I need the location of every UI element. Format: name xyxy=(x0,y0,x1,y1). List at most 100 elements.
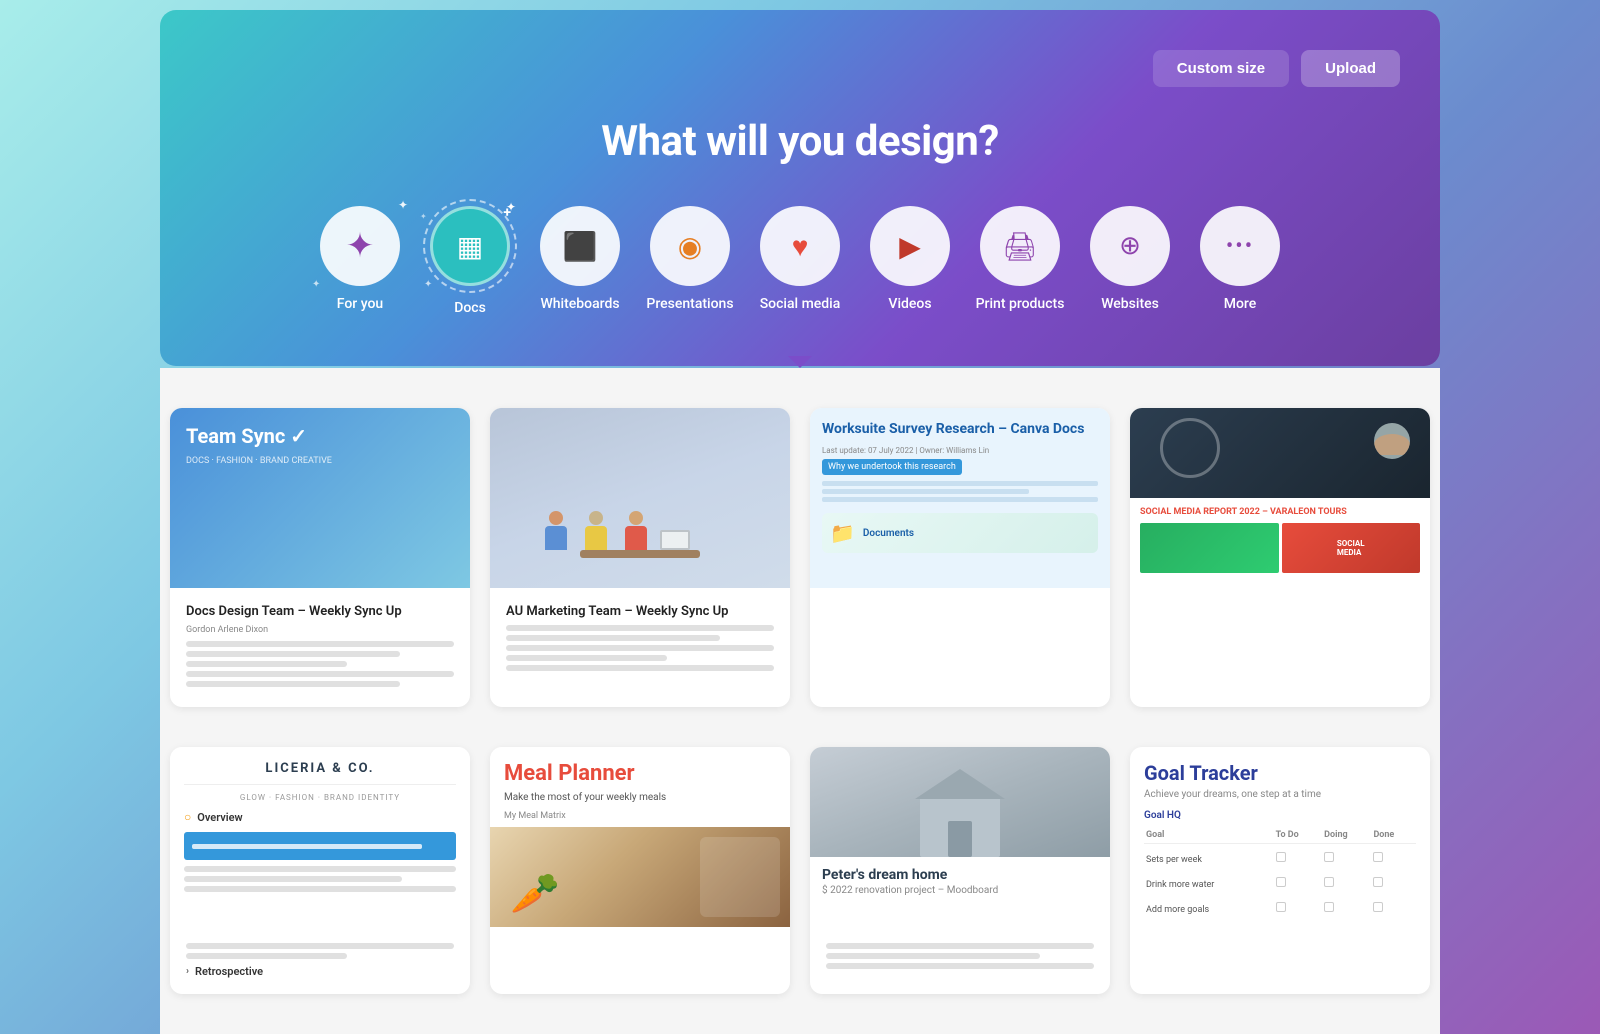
main-container: Custom size Upload What will you design?… xyxy=(160,0,1440,1034)
docs-label: Docs xyxy=(454,300,486,316)
checkbox-icon xyxy=(1324,902,1334,912)
print-products-icon-wrap: 🖨 xyxy=(980,206,1060,286)
meal-planner-image: Meal Planner Make the most of your weekl… xyxy=(490,747,790,927)
goal-hq-label: Goal HQ xyxy=(1144,810,1416,821)
dropdown-caret xyxy=(160,356,1440,368)
col-goal: Goal xyxy=(1144,827,1274,844)
sidebar-item-websites[interactable]: ⊕ Websites xyxy=(1085,206,1175,316)
food-overlay xyxy=(700,837,780,917)
sparkle-icon-top: ✦ xyxy=(506,200,516,214)
cards-row-1: Team Sync ✓ DOCS · FASHION · BRAND CREAT… xyxy=(160,388,1440,727)
whiteboards-icon-wrap: ⬛ xyxy=(540,206,620,286)
au-marketing-image xyxy=(490,408,790,588)
person-3 xyxy=(625,511,647,550)
office-table xyxy=(580,550,700,558)
categories-bar: ✦ For you ▦ ✦ ✦ ✦ Docs xyxy=(200,206,1400,316)
doc-line xyxy=(184,866,456,872)
sidebar-item-more[interactable]: ••• More xyxy=(1195,206,1285,316)
custom-size-button[interactable]: Custom size xyxy=(1153,50,1289,87)
websites-icon-wrap: ⊕ xyxy=(1090,206,1170,286)
sidebar-item-social-media[interactable]: ♥ Social media xyxy=(755,206,845,316)
doc-line xyxy=(506,625,774,631)
retrospective-label: Retrospective xyxy=(195,965,263,978)
person-1 xyxy=(545,511,567,550)
sidebar-item-for-you[interactable]: ✦ For you xyxy=(315,206,405,316)
col-doing: Doing xyxy=(1322,827,1371,844)
checkbox-icon xyxy=(1276,852,1286,862)
video-icon: ▶ xyxy=(899,230,921,263)
avatar-icon xyxy=(1374,423,1410,459)
doc-line xyxy=(186,641,454,647)
social-report-top xyxy=(1130,408,1430,498)
presentation-icon: ◉ xyxy=(678,230,702,263)
whiteboard-icon: ⬛ xyxy=(563,230,598,263)
social-report-image: SOCIAL MEDIA REPORT 2022 – VARALEON TOUR… xyxy=(1130,408,1430,588)
checkbox-icon xyxy=(1373,852,1383,862)
websites-label: Websites xyxy=(1101,296,1159,312)
caret-triangle-icon xyxy=(788,356,812,368)
team-sync-title: Team Sync ✓ xyxy=(186,424,454,448)
meal-planner-subtitle: Make the most of your weekly meals xyxy=(504,792,776,803)
more-dots-icon: ••• xyxy=(1226,234,1254,259)
card-dream-home[interactable]: Peter's dream home $ 2022 renovation pro… xyxy=(810,747,1110,994)
sidebar-item-print-products[interactable]: 🖨 Print products xyxy=(975,206,1065,316)
table-row: Sets per week xyxy=(1144,844,1416,870)
ws-line xyxy=(822,489,1029,494)
liceria-image: LICERIA & CO. GLOW · FASHION · BRAND IDE… xyxy=(170,747,470,927)
sidebar-item-presentations[interactable]: ◉ Presentations xyxy=(645,206,735,316)
overview-label: Overview xyxy=(197,811,242,824)
meal-planner-title: Meal Planner xyxy=(504,761,776,786)
doc-line xyxy=(186,681,400,687)
doc-line xyxy=(184,886,456,892)
highlight-line xyxy=(192,844,422,849)
laptop-icon xyxy=(660,530,690,550)
card-liceria[interactable]: LICERIA & CO. GLOW · FASHION · BRAND IDE… xyxy=(170,747,470,994)
card-team-sync[interactable]: Team Sync ✓ DOCS · FASHION · BRAND CREAT… xyxy=(170,408,470,707)
docs-icon-wrap: ▦ xyxy=(430,206,510,286)
col-done: Done xyxy=(1371,827,1416,844)
col-todo: To Do xyxy=(1274,827,1323,844)
ws-line xyxy=(822,481,1098,486)
liceria-overview: ○ Overview xyxy=(184,810,456,824)
doc-line xyxy=(186,943,454,949)
card-goal-tracker[interactable]: Goal Tracker Achieve your dreams, one st… xyxy=(1130,747,1430,994)
house-roof xyxy=(915,769,1005,799)
doc-line xyxy=(506,655,667,661)
card-worksuite[interactable]: Worksuite Survey Research – Canva Docs L… xyxy=(810,408,1110,707)
person-body-icon xyxy=(625,526,647,550)
person-head-icon xyxy=(629,511,643,525)
circle-decoration xyxy=(1160,418,1220,478)
social-report-bottom: SOCIAL MEDIA REPORT 2022 – VARALEON TOUR… xyxy=(1130,498,1430,588)
sidebar-item-docs[interactable]: ▦ ✦ ✦ ✦ Docs xyxy=(425,206,515,316)
checkbox-icon xyxy=(1324,877,1334,887)
dream-home-image: Peter's dream home $ 2022 renovation pro… xyxy=(810,747,1110,927)
goal-tracker-title: Goal Tracker xyxy=(1144,761,1416,785)
card-social-media-report[interactable]: SOCIAL MEDIA REPORT 2022 – VARALEON TOUR… xyxy=(1130,408,1430,707)
more-icon-wrap: ••• xyxy=(1200,206,1280,286)
worksuite-title: Worksuite Survey Research – Canva Docs xyxy=(822,420,1098,438)
photo-cell: SOCIALMEDIA xyxy=(1282,523,1421,573)
worksuite-date: Last update: 07 July 2022 | Owner: Willi… xyxy=(822,446,1098,455)
doc-line xyxy=(184,876,402,882)
more-label: More xyxy=(1224,296,1257,312)
team-sync-author: Gordon Arlene Dixon xyxy=(186,625,454,635)
docs-icon: ▦ xyxy=(457,230,483,263)
checkbox-icon xyxy=(1373,877,1383,887)
sidebar-item-videos[interactable]: ▶ Videos xyxy=(865,206,955,316)
worksuite-highlight: Why we undertook this research xyxy=(822,459,962,475)
table-row: Drink more water xyxy=(1144,869,1416,894)
goal-tracker-image: Goal Tracker Achieve your dreams, one st… xyxy=(1130,747,1430,927)
sparkle-icon-left: ✦ xyxy=(420,212,427,221)
social-media-icon-wrap: ♥ xyxy=(760,206,840,286)
liceria-tagline: GLOW · FASHION · BRAND IDENTITY xyxy=(184,793,456,802)
sidebar-item-whiteboards[interactable]: ⬛ Whiteboards xyxy=(535,206,625,316)
worksuite-image: Worksuite Survey Research – Canva Docs L… xyxy=(810,408,1110,588)
goal-row-text: Drink more water xyxy=(1146,880,1214,890)
overview-icon: ○ xyxy=(184,810,191,824)
office-background xyxy=(490,408,790,588)
doc-line xyxy=(506,645,774,651)
upload-button[interactable]: Upload xyxy=(1301,50,1400,87)
avatar-face xyxy=(1374,434,1410,456)
card-au-marketing[interactable]: AU Marketing Team – Weekly Sync Up xyxy=(490,408,790,707)
card-meal-planner[interactable]: Meal Planner Make the most of your weekl… xyxy=(490,747,790,994)
